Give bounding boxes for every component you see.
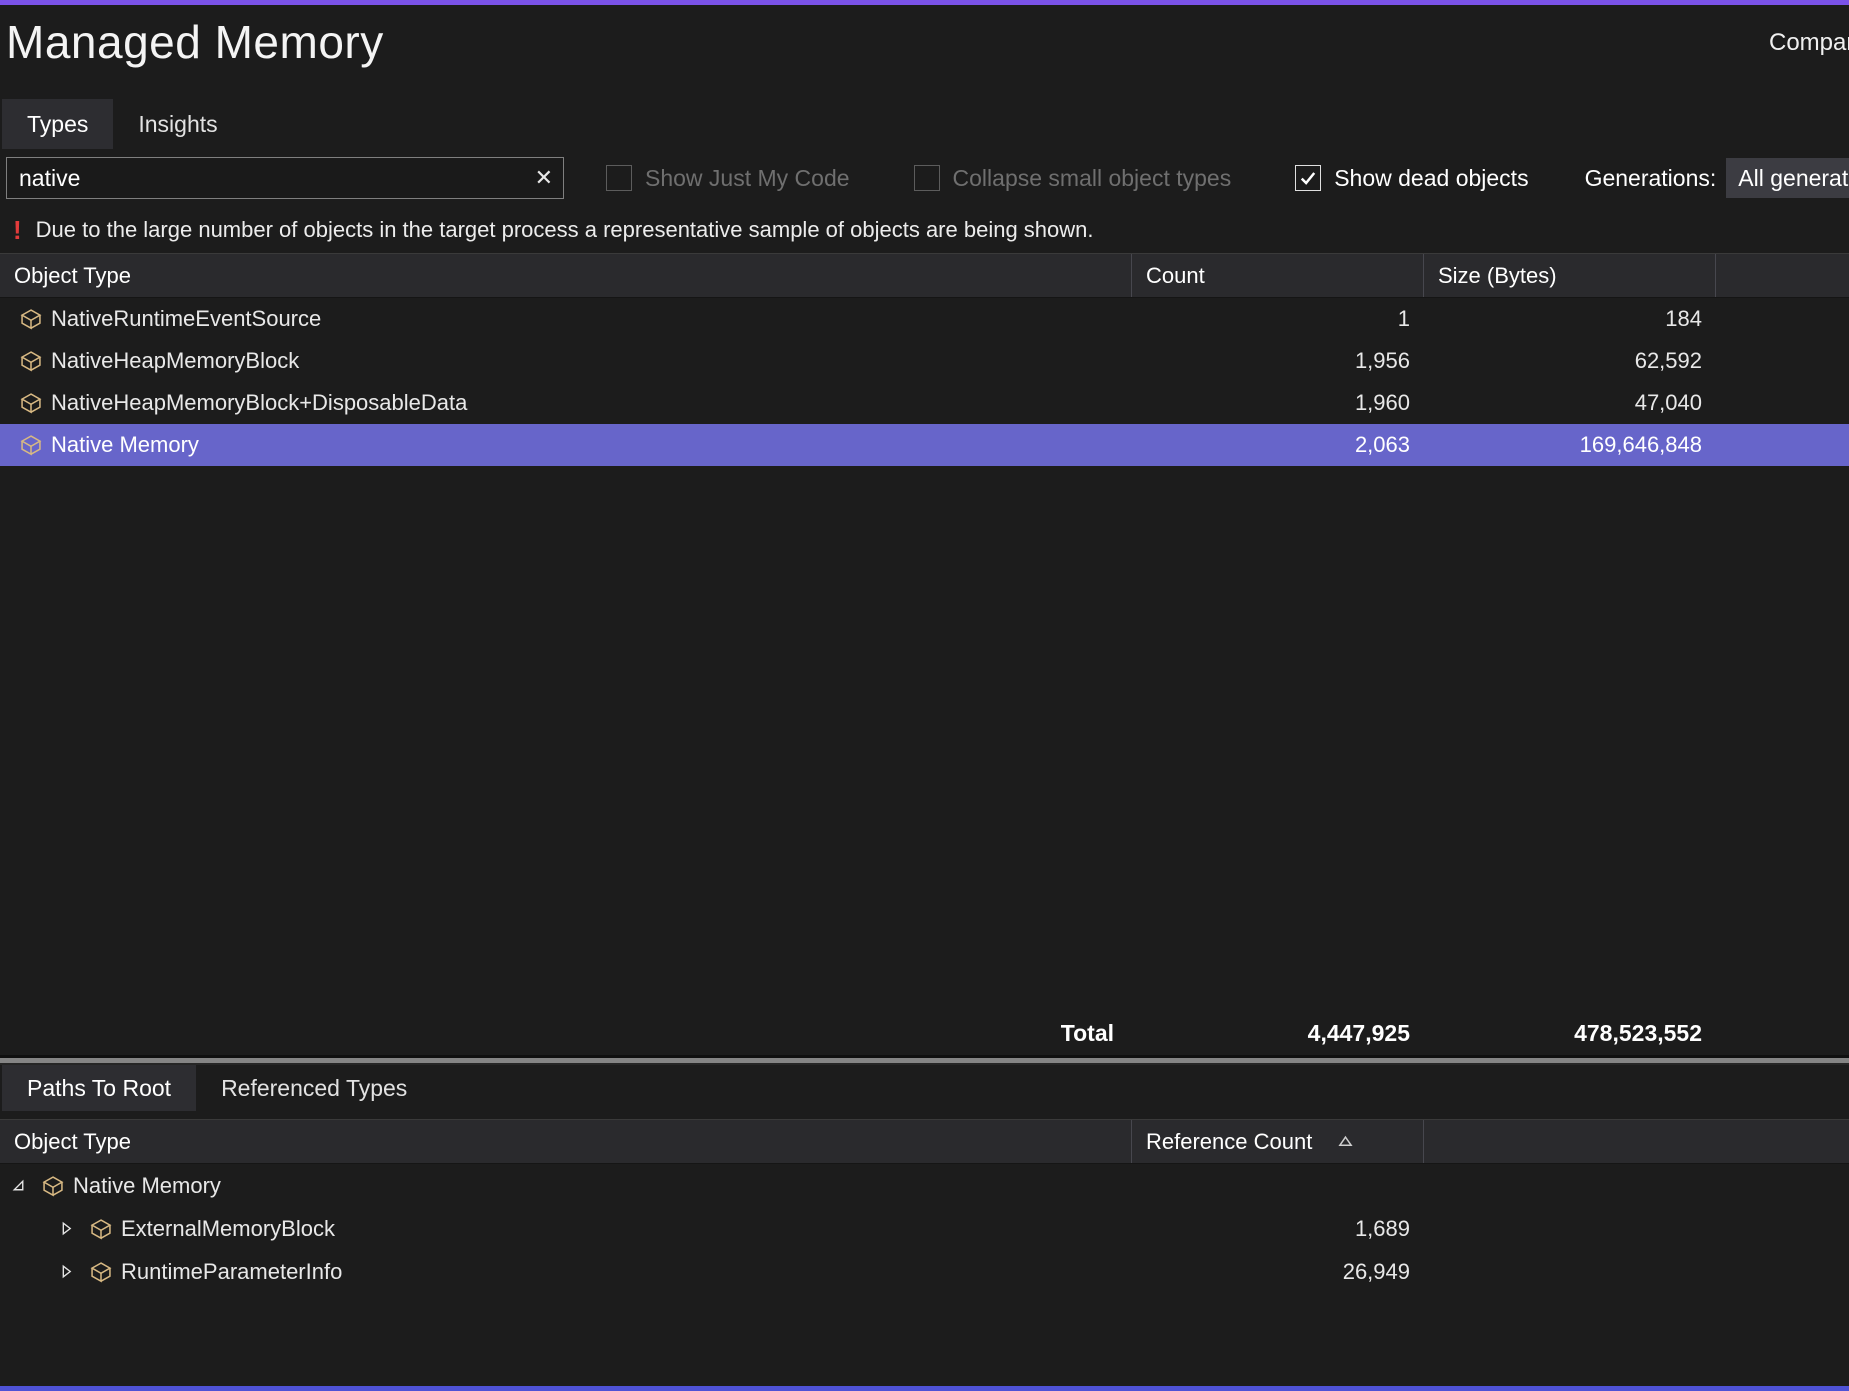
tab-referenced-types[interactable]: Referenced Types	[196, 1065, 432, 1111]
generations-selected-value: All generations	[1738, 165, 1849, 192]
title-bar: Managed Memory Compar	[0, 5, 1849, 99]
tree-row[interactable]: ExternalMemoryBlock 1,689	[0, 1207, 1849, 1250]
checkbox-label: Collapse small object types	[953, 165, 1232, 192]
tree-row[interactable]: RuntimeParameterInfo 26,949	[0, 1250, 1849, 1293]
count-cell: 1,956	[1132, 348, 1424, 374]
count-cell: 1	[1132, 306, 1424, 332]
tab-insights[interactable]: Insights	[113, 99, 242, 149]
object-type-cell: NativeHeapMemoryBlock+DisposableData	[0, 390, 1132, 416]
object-type-name: Native Memory	[73, 1173, 221, 1199]
search-input[interactable]	[7, 158, 563, 198]
column-header-empty	[1424, 1120, 1849, 1163]
tab-types[interactable]: Types	[2, 99, 113, 149]
warning-banner: ! Due to the large number of objects in …	[0, 207, 1849, 253]
tab-paths-to-root[interactable]: Paths To Root	[2, 1065, 196, 1111]
checkbox-label: Show dead objects	[1334, 165, 1528, 192]
class-icon	[20, 392, 42, 414]
object-type-name: ExternalMemoryBlock	[121, 1216, 335, 1242]
column-header-reference-count[interactable]: Reference Count	[1132, 1120, 1424, 1163]
paths-table-header: Object Type Reference Count	[0, 1119, 1849, 1164]
bottom-accent-bar	[0, 1386, 1849, 1391]
filter-toolbar: ✕ Show Just My Code Collapse small objec…	[0, 149, 1849, 207]
tree-row[interactable]: Native Memory	[0, 1164, 1849, 1207]
size-cell: 47,040	[1424, 390, 1716, 416]
pane-splitter[interactable]	[0, 1055, 1849, 1065]
clear-search-icon[interactable]: ✕	[535, 158, 553, 198]
class-icon	[90, 1261, 112, 1283]
generations-dropdown[interactable]: All generations	[1726, 158, 1849, 198]
compare-button[interactable]: Compar	[1769, 29, 1849, 57]
search-box: ✕	[6, 157, 564, 199]
sort-ascending-icon	[1338, 1134, 1353, 1149]
column-header-size[interactable]: Size (Bytes)	[1424, 254, 1716, 297]
expander-collapsed-icon[interactable]	[58, 1220, 80, 1237]
object-type-name: Native Memory	[51, 432, 199, 458]
reference-count-cell: 1,689	[1132, 1216, 1424, 1242]
checkbox-box-checked[interactable]	[1295, 165, 1321, 191]
object-type-cell: NativeRuntimeEventSource	[0, 306, 1132, 332]
column-header-object-type[interactable]: Object Type	[0, 254, 1132, 297]
check-icon	[1298, 168, 1318, 188]
column-header-count[interactable]: Count	[1132, 254, 1424, 297]
lower-empty-area	[0, 1293, 1849, 1386]
expander-expanded-icon[interactable]	[10, 1177, 32, 1194]
size-cell: 184	[1424, 306, 1716, 332]
count-cell: 2,063	[1132, 432, 1424, 458]
class-icon	[90, 1218, 112, 1240]
column-header-empty	[1716, 254, 1849, 297]
total-row: Total 4,447,925 478,523,552	[0, 1011, 1849, 1055]
object-type-cell: NativeHeapMemoryBlock	[0, 348, 1132, 374]
page-title: Managed Memory	[0, 5, 1849, 69]
object-type-cell: Native Memory	[0, 432, 1132, 458]
checkbox-show-just-my-code[interactable]: Show Just My Code	[606, 165, 850, 192]
object-type-cell: Native Memory	[0, 1173, 1132, 1199]
bottom-tabstrip: Paths To Root Referenced Types	[0, 1065, 1849, 1119]
class-icon	[20, 308, 42, 330]
object-type-name: RuntimeParameterInfo	[121, 1259, 342, 1285]
column-header-object-type[interactable]: Object Type	[0, 1120, 1132, 1163]
object-type-cell: RuntimeParameterInfo	[0, 1259, 1132, 1285]
object-type-cell: ExternalMemoryBlock	[0, 1216, 1132, 1242]
checkbox-collapse-small-object-types[interactable]: Collapse small object types	[914, 165, 1232, 192]
generations-label: Generations:	[1585, 165, 1717, 192]
types-table-header: Object Type Count Size (Bytes)	[0, 253, 1849, 298]
object-type-name: NativeHeapMemoryBlock+DisposableData	[51, 390, 467, 416]
table-row[interactable]: NativeHeapMemoryBlock+DisposableData 1,9…	[0, 382, 1849, 424]
class-icon	[42, 1175, 64, 1197]
table-row[interactable]: NativeRuntimeEventSource 1 184	[0, 298, 1849, 340]
total-count: 4,447,925	[1132, 1020, 1424, 1047]
total-label: Total	[0, 1020, 1132, 1047]
warning-text: Due to the large number of objects in th…	[36, 217, 1094, 243]
object-type-name: NativeRuntimeEventSource	[51, 306, 321, 332]
checkbox-show-dead-objects[interactable]: Show dead objects	[1295, 165, 1528, 192]
size-cell: 62,592	[1424, 348, 1716, 374]
object-type-name: NativeHeapMemoryBlock	[51, 348, 299, 374]
table-row-selected[interactable]: Native Memory 2,063 169,646,848	[0, 424, 1849, 466]
checkbox-label: Show Just My Code	[645, 165, 850, 192]
warning-icon: !	[13, 215, 22, 246]
total-size: 478,523,552	[1424, 1020, 1716, 1047]
count-cell: 1,960	[1132, 390, 1424, 416]
checkbox-box[interactable]	[606, 165, 632, 191]
expander-collapsed-icon[interactable]	[58, 1263, 80, 1280]
reference-count-cell: 26,949	[1132, 1259, 1424, 1285]
main-tabstrip: Types Insights	[0, 99, 1849, 149]
class-icon	[20, 434, 42, 456]
table-row[interactable]: NativeHeapMemoryBlock 1,956 62,592	[0, 340, 1849, 382]
table-empty-area	[0, 466, 1849, 1011]
checkbox-box[interactable]	[914, 165, 940, 191]
size-cell: 169,646,848	[1424, 432, 1716, 458]
class-icon	[20, 350, 42, 372]
